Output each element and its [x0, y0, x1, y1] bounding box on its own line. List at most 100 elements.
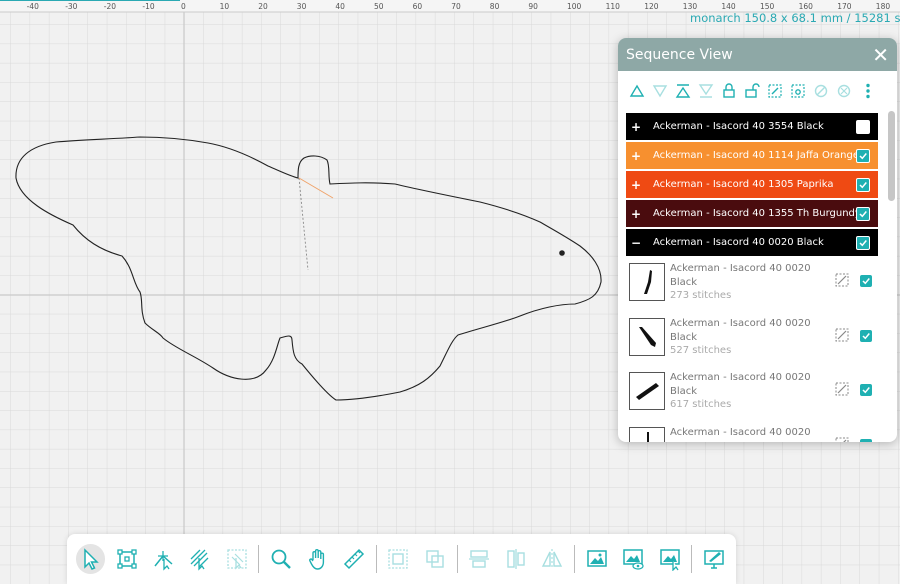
object-thumbnail — [629, 318, 665, 356]
document-info: monarch 150.8 x 68.1 mm / 15281 stitches — [690, 11, 900, 25]
color-group-label: Ackerman - Isacord 40 0020 Black — [653, 237, 824, 248]
visibility-checkbox[interactable] — [856, 235, 870, 250]
color-group-row[interactable]: + Ackerman - Isacord 40 3554 Black — [626, 113, 878, 140]
pan-hand-icon[interactable] — [303, 544, 332, 574]
ungroup-icon[interactable] — [420, 544, 449, 574]
object-thumbnail — [629, 263, 665, 301]
measure-ruler-icon[interactable] — [339, 544, 368, 574]
visibility-checkbox[interactable] — [856, 177, 870, 192]
ruler-tick-label: 170 — [837, 2, 852, 11]
ruler-tick-label: 70 — [451, 2, 461, 11]
object-row[interactable]: Ackerman - Isacord 40 0020 Black 617 stitc… — [626, 368, 878, 422]
object-checkbox[interactable] — [860, 439, 872, 442]
move-to-bottom-icon[interactable] — [697, 82, 715, 100]
image-select-icon[interactable] — [655, 544, 684, 574]
ruler-tick-label: 80 — [490, 2, 500, 11]
color-group-label: Ackerman - Isacord 40 3554 Black — [653, 121, 824, 132]
delete-object-icon[interactable] — [835, 82, 853, 100]
stitch-count: 617 stitches — [670, 399, 732, 410]
sequence-list[interactable]: + Ackerman - Isacord 40 3554 Black + Ack… — [618, 111, 886, 442]
color-group-row[interactable]: + Ackerman - Isacord 40 1305 Paprika — [626, 171, 878, 198]
object-checkbox[interactable] — [860, 384, 872, 396]
align-horizontal-icon[interactable] — [465, 544, 494, 574]
ruler-tick-label: -30 — [65, 2, 77, 11]
group-icon[interactable] — [384, 544, 413, 574]
transform-tool-icon[interactable] — [112, 544, 141, 574]
stitch-count: 527 stitches — [670, 345, 732, 356]
expand-toggle[interactable]: + — [626, 178, 646, 192]
visibility-checkbox[interactable] — [856, 148, 870, 163]
hide-object-icon[interactable] — [835, 327, 849, 342]
draw-display-icon[interactable] — [699, 544, 728, 574]
show-hide-icon[interactable] — [789, 82, 807, 100]
ruler-tick-label: 160 — [799, 2, 814, 11]
stitch-edit-tool-icon[interactable] — [185, 544, 214, 574]
ruler-tick-label: 0 — [181, 2, 186, 11]
image-view-icon[interactable] — [619, 544, 648, 574]
node-edit-tool-icon[interactable] — [149, 544, 178, 574]
close-icon[interactable]: ✕ — [872, 45, 889, 65]
zoom-icon[interactable] — [266, 544, 295, 574]
ruler-tick-label: -40 — [27, 2, 39, 11]
select-objects-icon[interactable] — [766, 82, 784, 100]
ruler-tick-label: -10 — [142, 2, 154, 11]
disable-icon[interactable] — [812, 82, 830, 100]
object-row[interactable]: Ackerman - Isacord 40 0020 — [626, 423, 878, 442]
object-row[interactable]: Ackerman - Isacord 40 0020 Black 273 stitc… — [626, 259, 878, 313]
panel-title: Sequence View — [626, 46, 733, 63]
toolbar-divider — [456, 545, 458, 573]
ruler-tick-label: -20 — [104, 2, 116, 11]
select-tool-icon[interactable] — [76, 544, 106, 574]
ruler-tick-label: 120 — [644, 2, 659, 11]
visibility-checkbox[interactable] — [856, 119, 870, 134]
color-group-row[interactable]: − Ackerman - Isacord 40 0020 Black — [626, 229, 878, 256]
panel-header[interactable]: Sequence View ✕ — [618, 38, 897, 71]
toolbar-divider — [691, 545, 693, 573]
ruler-tick-label: 60 — [413, 2, 423, 11]
object-checkbox[interactable] — [860, 275, 872, 287]
mirror-icon[interactable] — [538, 544, 567, 574]
ruler-tick-label: 100 — [567, 2, 582, 11]
hide-object-icon[interactable] — [835, 381, 849, 396]
color-group-row[interactable]: + Ackerman - Isacord 40 1355 Th Burgundy — [626, 200, 878, 227]
ruler-tick-label: 90 — [528, 2, 538, 11]
object-name: Ackerman - Isacord 40 0020 — [670, 318, 811, 329]
toolbar-divider — [258, 545, 260, 573]
expand-toggle[interactable]: + — [626, 207, 646, 221]
ruler-tick-label: 130 — [683, 2, 698, 11]
stitch-count: 273 stitches — [670, 290, 732, 301]
object-select-tool-icon[interactable] — [222, 544, 251, 574]
move-down-icon[interactable] — [651, 82, 669, 100]
ruler-tick-label: 30 — [297, 2, 307, 11]
object-name-line2: Black — [670, 331, 698, 343]
unlock-icon[interactable] — [743, 82, 761, 100]
image-icon[interactable] — [582, 544, 611, 574]
object-name-line2: Black — [670, 276, 698, 288]
ruler-tick-label: 140 — [721, 2, 736, 11]
align-vertical-icon[interactable] — [501, 544, 530, 574]
move-to-top-icon[interactable] — [674, 82, 692, 100]
toolbar-divider — [375, 545, 377, 573]
ruler-tick-label: 110 — [606, 2, 621, 11]
eye-dot — [559, 250, 565, 256]
object-name: Ackerman - Isacord 40 0020 — [670, 372, 811, 383]
object-row[interactable]: Ackerman - Isacord 40 0020 Black 527 stitc… — [626, 314, 878, 368]
collapse-toggle[interactable]: − — [626, 236, 646, 250]
move-up-icon[interactable] — [628, 82, 646, 100]
hide-object-icon[interactable] — [835, 272, 849, 287]
hide-object-icon[interactable] — [835, 436, 849, 442]
more-options-icon[interactable] — [859, 82, 877, 100]
expand-toggle[interactable]: + — [626, 149, 646, 163]
expand-toggle[interactable]: + — [626, 120, 646, 134]
color-group-row[interactable]: + Ackerman - Isacord 40 1114 Jaffa Orang… — [626, 142, 878, 169]
object-checkbox[interactable] — [860, 330, 872, 342]
object-name-line2: Black — [670, 385, 698, 397]
ruler-tick-label: 40 — [335, 2, 345, 11]
visibility-checkbox[interactable] — [856, 206, 870, 221]
lock-icon[interactable] — [720, 82, 738, 100]
sequence-toolbar — [618, 71, 897, 111]
panel-scrollbar[interactable] — [888, 111, 895, 201]
ruler-tick-label: 10 — [220, 2, 230, 11]
color-group-label: Ackerman - Isacord 40 1355 Th Burgundy — [653, 208, 856, 219]
sequence-view-panel: Sequence View ✕ + Ackerman - Isacord 40 … — [618, 38, 897, 442]
